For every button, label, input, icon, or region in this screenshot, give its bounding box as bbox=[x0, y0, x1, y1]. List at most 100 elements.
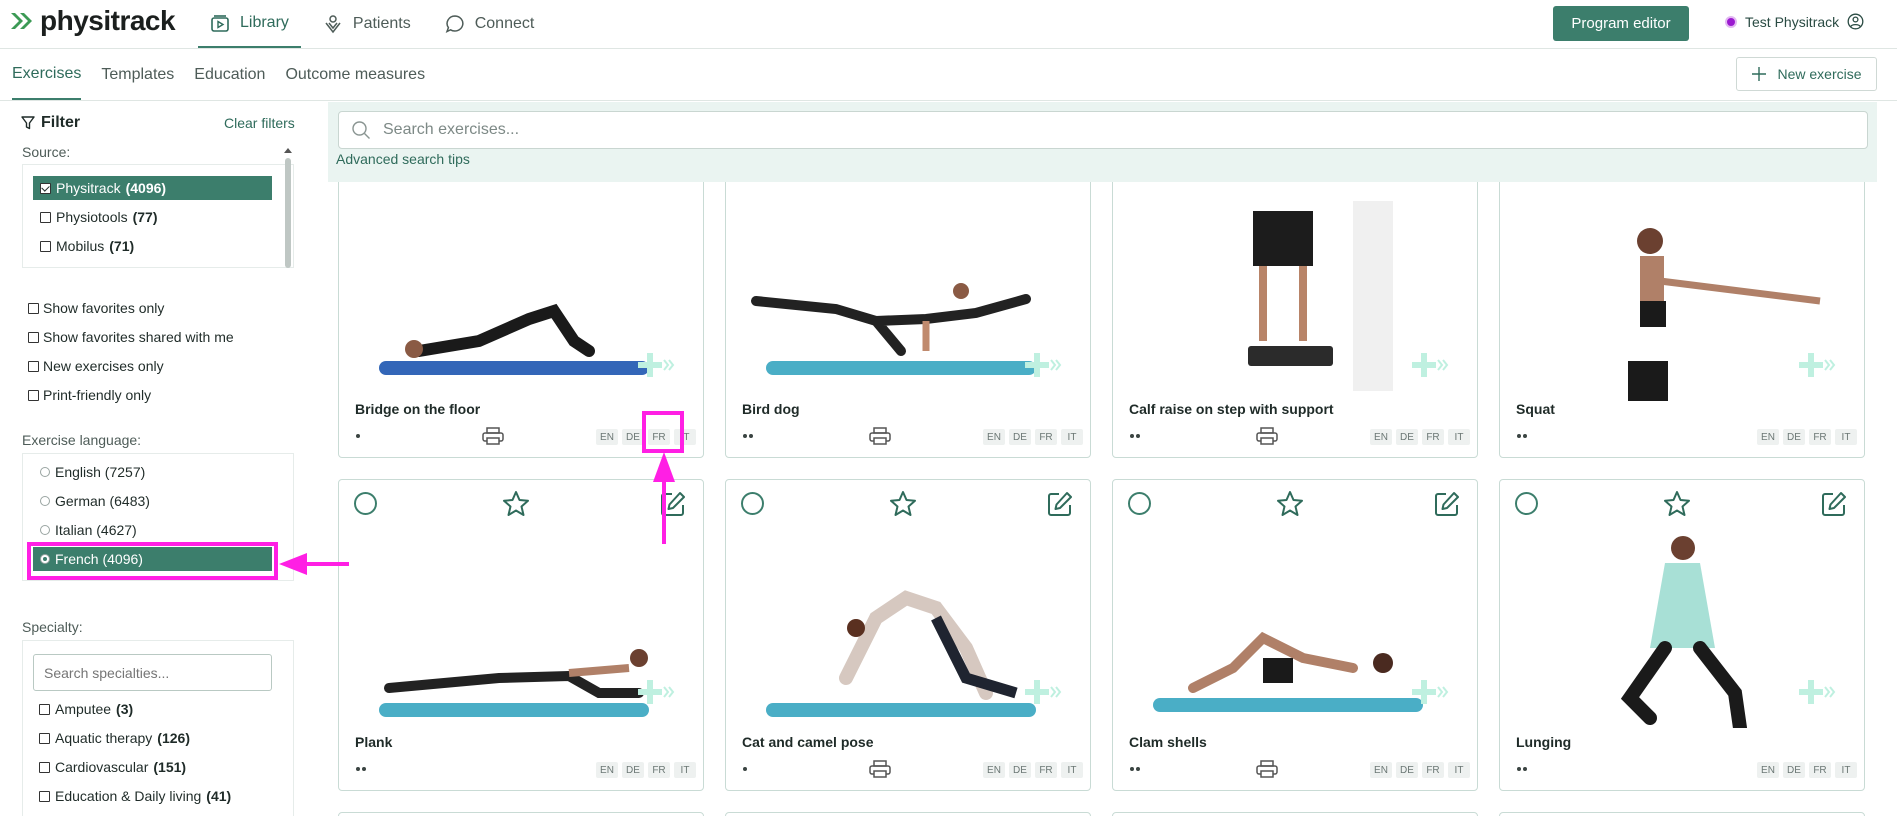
sidebar-scrollbar[interactable] bbox=[283, 144, 293, 276]
physitrack-logo[interactable]: physitrack bbox=[10, 4, 176, 38]
printer-icon[interactable] bbox=[1256, 760, 1278, 778]
exercise-card-partial[interactable] bbox=[338, 812, 704, 816]
tab-outcome-measures[interactable]: Outcome measures bbox=[285, 49, 425, 100]
checkbox[interactable] bbox=[40, 240, 51, 252]
exercise-title[interactable]: Squat bbox=[1516, 401, 1555, 417]
source-count: (77) bbox=[132, 209, 158, 225]
exercise-title[interactable]: Cat and camel pose bbox=[742, 734, 874, 750]
exercise-title[interactable]: Clam shells bbox=[1129, 734, 1207, 750]
sub-navbar: Exercises Templates Education Outcome me… bbox=[0, 49, 1897, 101]
program-editor-button[interactable]: Program editor bbox=[1553, 6, 1689, 41]
checkbox[interactable] bbox=[40, 182, 51, 194]
checkbox[interactable] bbox=[39, 703, 50, 715]
select-circle-icon[interactable] bbox=[741, 492, 764, 515]
exercise-card[interactable]: Lunging EN DE FR IT bbox=[1499, 479, 1865, 791]
specialty-amputee[interactable]: Amputee (3) bbox=[39, 701, 133, 717]
card-actions bbox=[339, 488, 703, 516]
difficulty-dot bbox=[1136, 434, 1140, 438]
edit-icon[interactable] bbox=[1433, 490, 1461, 518]
star-icon[interactable] bbox=[1276, 490, 1304, 518]
exercise-title[interactable]: Lunging bbox=[1516, 734, 1571, 750]
option-new-exercises[interactable]: New exercises only bbox=[28, 358, 164, 374]
advanced-search-tips-link[interactable]: Advanced search tips bbox=[336, 151, 470, 167]
exercise-title[interactable]: Calf raise on step with support bbox=[1129, 401, 1334, 417]
difficulty-dot bbox=[1517, 434, 1521, 438]
exercise-card[interactable]: Cat and camel pose EN DE FR IT bbox=[725, 479, 1091, 791]
exercise-card[interactable]: Clam shells EN DE FR IT bbox=[1112, 479, 1478, 791]
exercise-title[interactable]: Bridge on the floor bbox=[355, 401, 480, 417]
new-exercise-button[interactable]: New exercise bbox=[1736, 57, 1877, 91]
exercise-language-label: Exercise language: bbox=[22, 432, 142, 448]
radio[interactable] bbox=[40, 525, 50, 535]
language-italian[interactable]: Italian (4627) bbox=[33, 518, 272, 542]
exercise-card-partial[interactable] bbox=[1112, 812, 1478, 816]
exercise-card-partial[interactable] bbox=[725, 812, 1091, 816]
checkbox[interactable] bbox=[28, 302, 39, 314]
tab-exercises[interactable]: Exercises bbox=[12, 49, 82, 100]
specialty-aquatic[interactable]: Aquatic therapy (126) bbox=[39, 730, 190, 746]
select-circle-icon[interactable] bbox=[354, 492, 377, 515]
edit-icon[interactable] bbox=[1820, 490, 1848, 518]
physitrack-watermark-icon bbox=[1412, 680, 1449, 704]
checkbox[interactable] bbox=[28, 360, 39, 372]
radio[interactable] bbox=[40, 467, 50, 477]
language-german[interactable]: German (6483) bbox=[33, 489, 272, 513]
specialty-cardiovascular[interactable]: Cardiovascular (151) bbox=[39, 759, 186, 775]
source-physiotools[interactable]: Physiotools (77) bbox=[33, 205, 272, 229]
checkbox[interactable] bbox=[40, 211, 51, 223]
star-icon[interactable] bbox=[1663, 490, 1691, 518]
tab-education[interactable]: Education bbox=[194, 49, 265, 100]
language-badge: DE bbox=[1396, 762, 1418, 778]
search-input[interactable]: Search exercises... bbox=[338, 111, 1868, 149]
funnel-icon bbox=[21, 116, 35, 130]
language-english[interactable]: English (7257) bbox=[33, 460, 272, 484]
exercise-card-partial[interactable] bbox=[1499, 812, 1865, 816]
nav-connect[interactable]: Connect bbox=[433, 0, 547, 48]
exercise-title[interactable]: Bird dog bbox=[742, 401, 800, 417]
select-circle-icon[interactable] bbox=[1515, 492, 1538, 515]
tab-templates[interactable]: Templates bbox=[101, 49, 174, 100]
difficulty-dot bbox=[743, 434, 747, 438]
language-badges: EN DE FR IT bbox=[596, 762, 696, 778]
specialty-search-input[interactable] bbox=[33, 654, 272, 691]
specialty-label: Specialty: bbox=[22, 619, 83, 635]
specialty-name: Education & Daily living bbox=[55, 788, 202, 804]
printer-icon[interactable] bbox=[1256, 427, 1278, 445]
nav-library[interactable]: Library bbox=[198, 0, 301, 48]
option-favorites[interactable]: Show favorites only bbox=[28, 300, 164, 316]
star-icon[interactable] bbox=[889, 490, 917, 518]
difficulty-indicator bbox=[356, 434, 360, 438]
edit-icon[interactable] bbox=[1046, 490, 1074, 518]
specialty-education[interactable]: Education & Daily living (41) bbox=[39, 788, 231, 804]
printer-icon[interactable] bbox=[869, 760, 891, 778]
checkbox[interactable] bbox=[28, 331, 39, 343]
filter-heading: Filter bbox=[21, 114, 80, 132]
checkbox[interactable] bbox=[28, 389, 39, 401]
printer-icon[interactable] bbox=[482, 427, 504, 445]
difficulty-indicator bbox=[356, 767, 366, 771]
checkbox[interactable] bbox=[39, 732, 50, 744]
printer-icon[interactable] bbox=[869, 427, 891, 445]
language-label: English (7257) bbox=[55, 464, 146, 480]
radio[interactable] bbox=[40, 496, 50, 506]
scroll-thumb[interactable] bbox=[285, 158, 291, 268]
physitrack-watermark-icon bbox=[1799, 353, 1836, 377]
nav-patients[interactable]: Patients bbox=[311, 0, 423, 48]
source-physitrack[interactable]: Physitrack (4096) bbox=[33, 176, 272, 200]
language-badges: EN DE FR IT bbox=[1370, 429, 1470, 445]
clear-filters-link[interactable]: Clear filters bbox=[224, 115, 295, 131]
patients-icon bbox=[325, 15, 341, 34]
source-mobilus[interactable]: Mobilus (71) bbox=[33, 234, 272, 258]
physitrack-watermark-icon bbox=[1412, 353, 1449, 377]
exercise-title[interactable]: Plank bbox=[355, 734, 392, 750]
nav-library-label: Library bbox=[240, 14, 289, 31]
user-menu[interactable]: Test Physitrack bbox=[1725, 13, 1864, 30]
option-print-friendly[interactable]: Print-friendly only bbox=[28, 387, 151, 403]
source-count: (4096) bbox=[125, 180, 167, 196]
scroll-up-icon[interactable] bbox=[283, 146, 293, 154]
option-shared-favorites[interactable]: Show favorites shared with me bbox=[28, 329, 234, 345]
star-icon[interactable] bbox=[502, 490, 530, 518]
checkbox[interactable] bbox=[39, 761, 50, 773]
select-circle-icon[interactable] bbox=[1128, 492, 1151, 515]
checkbox[interactable] bbox=[39, 790, 50, 802]
